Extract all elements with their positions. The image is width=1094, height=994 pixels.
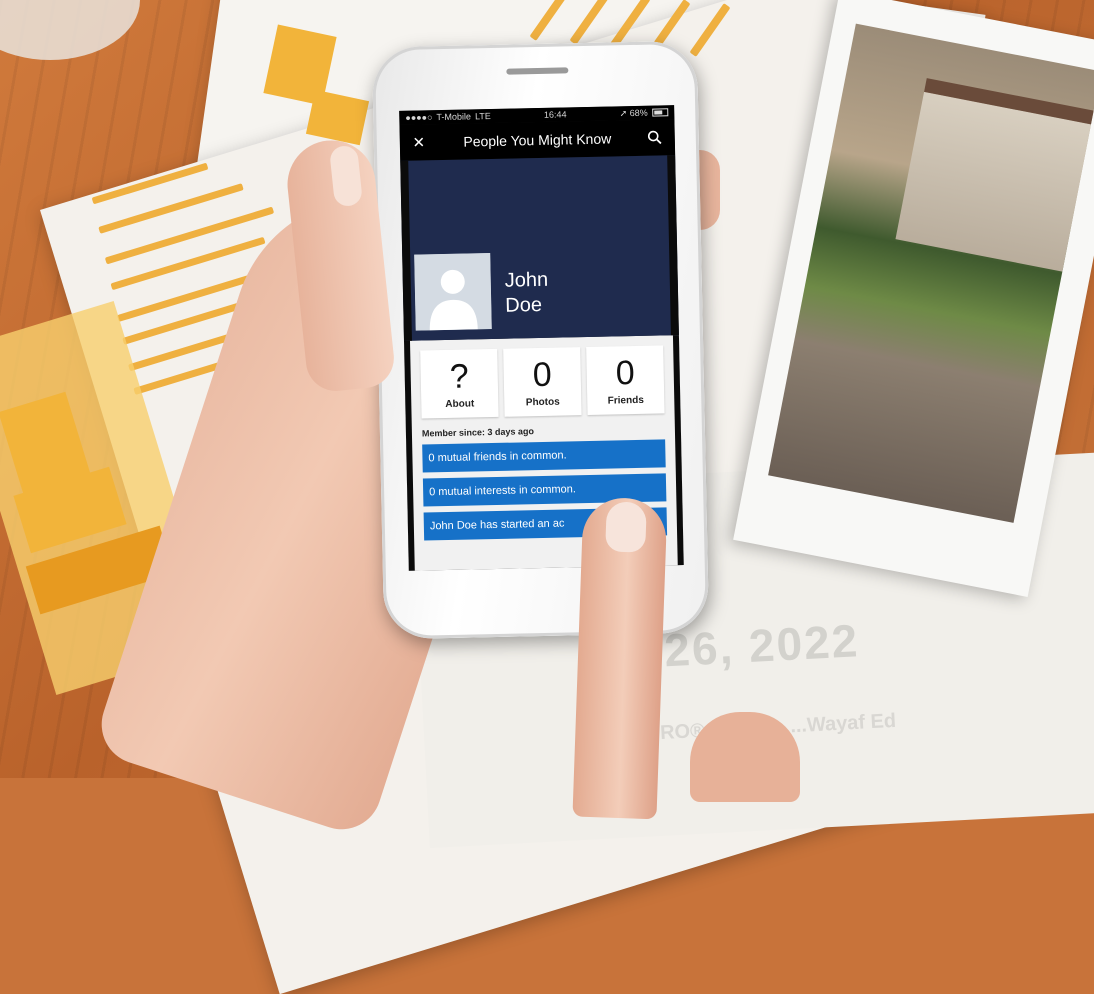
member-since-text: Member since: 3 days ago [421,426,535,439]
stat-about[interactable]: ? About [420,348,499,419]
curled-fingers [690,712,800,802]
battery-icon [652,108,669,117]
stat-label: Friends [607,394,644,407]
stat-value: ? [449,357,470,396]
house-facade [895,78,1094,272]
stat-friends[interactable]: 0 Friends [586,345,665,416]
stats-row: ? About 0 Photos 0 Friends [420,345,665,419]
profile-name: John Doe [504,267,585,319]
mutual-friends-button[interactable]: 0 mutual friends in common. [422,439,666,473]
profile-cover: John Doe [400,155,679,341]
phone-speaker [506,67,569,75]
stat-value: 0 [615,353,636,392]
stat-value: 0 [532,355,553,394]
stat-photos[interactable]: 0 Photos [503,347,582,417]
stat-label: Photos [525,396,560,408]
carrier-label: T-Mobile [436,111,472,123]
page-title: People You Might Know [463,130,612,150]
search-icon[interactable] [647,129,665,145]
close-icon[interactable]: ✕ [410,133,428,151]
index-finger-nail [605,501,647,553]
avatar[interactable] [414,253,492,331]
network-label: LTE [474,110,491,122]
battery-label: 68% [629,107,648,118]
last-name: Doe [505,293,543,317]
first-name: John [504,268,549,292]
default-avatar-icon [414,253,492,331]
clock: 16:44 [543,109,567,120]
location-icon: ➚ [619,107,628,118]
stat-label: About [445,397,475,410]
signal-icon: ●●●●○ [405,112,433,123]
app-header: ✕ People You Might Know [399,119,676,161]
